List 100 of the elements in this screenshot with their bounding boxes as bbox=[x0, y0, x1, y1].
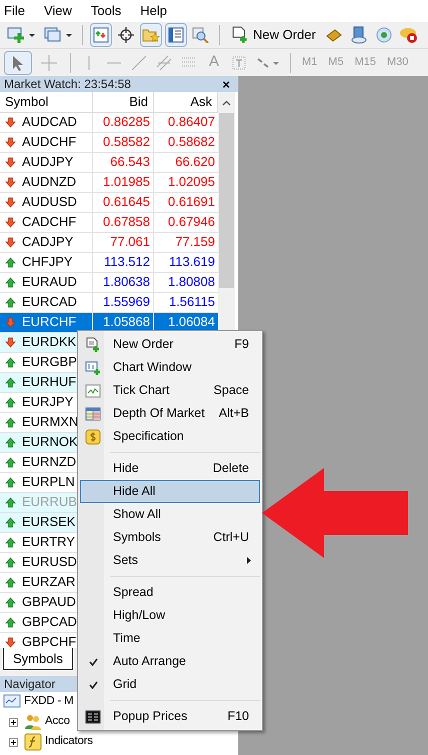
bid-price: 0.86285 bbox=[103, 113, 150, 132]
ask-price: 0.67946 bbox=[168, 213, 215, 232]
table-icon bbox=[85, 406, 101, 420]
symbol-name: GBPCAD bbox=[22, 613, 77, 632]
menu-item[interactable]: Tools bbox=[86, 1, 126, 21]
symbol-name: EURPLN bbox=[22, 473, 75, 492]
line-chart-icon bbox=[85, 384, 101, 398]
menu-item[interactable]: Tick Chart Space bbox=[80, 379, 260, 402]
symbol-name: EURRUB bbox=[22, 493, 77, 512]
menu-item[interactable]: Show All bbox=[80, 503, 260, 526]
menu-item[interactable]: Auto Arrange bbox=[80, 650, 260, 673]
menu-item[interactable]: New Order F9 bbox=[80, 333, 260, 356]
new-order-button[interactable]: New Order bbox=[227, 23, 320, 47]
symbol-name: EURZAR bbox=[22, 573, 76, 592]
menu-item[interactable]: Help bbox=[136, 1, 172, 21]
symbol-row[interactable]: EURAUD 1.80638 1.80808 bbox=[0, 272, 218, 292]
tree-item[interactable]: Acco bbox=[45, 713, 70, 731]
expand-plus-icon[interactable] bbox=[9, 718, 18, 726]
symbol-name: EURCAD bbox=[22, 293, 77, 312]
bid-price: 1.05868 bbox=[103, 313, 150, 332]
symbol-row[interactable]: AUDCHF 0.58582 0.58682 bbox=[0, 132, 218, 152]
menu-item[interactable]: Popup Prices F10 bbox=[80, 705, 260, 728]
symbol-row[interactable]: AUDCAD 0.86285 0.86407 bbox=[0, 112, 218, 132]
bid-price: 1.55969 bbox=[103, 293, 150, 312]
ask-price: 1.02095 bbox=[168, 173, 215, 192]
bid-price: 1.01985 bbox=[103, 173, 150, 192]
dollar-icon bbox=[85, 428, 101, 444]
panel-title: Market Watch: 23:54:58 bbox=[4, 76, 131, 93]
ask-price: 0.86407 bbox=[168, 113, 215, 132]
symbol-name: AUDCHF bbox=[22, 133, 76, 152]
close-button[interactable]: × bbox=[218, 78, 234, 90]
symbol-name: EURAUD bbox=[22, 273, 77, 292]
bid-price: 113.512 bbox=[104, 253, 150, 272]
tree-item[interactable]: Indicators bbox=[45, 733, 93, 751]
symbol-name: AUDUSD bbox=[22, 193, 77, 212]
symbol-name: EURDKK bbox=[22, 333, 76, 352]
symbol-name: CHFJPY bbox=[22, 253, 73, 272]
bid-price: 1.80638 bbox=[103, 273, 150, 292]
function-icon bbox=[24, 733, 42, 751]
menu-item[interactable]: Specification bbox=[80, 425, 260, 448]
ask-price: 0.58682 bbox=[168, 133, 215, 152]
scrollbar-thumb[interactable] bbox=[219, 113, 234, 288]
bid-price: 0.58582 bbox=[103, 133, 150, 152]
symbol-name: EURNOK bbox=[22, 433, 78, 452]
scroll-up-icon bbox=[222, 100, 231, 106]
tree-item[interactable]: FXDD - M bbox=[24, 693, 74, 711]
submenu-arrow-icon bbox=[247, 557, 251, 564]
data-window-icon[interactable] bbox=[165, 23, 187, 47]
market-watch-icon[interactable] bbox=[90, 23, 112, 47]
menu-item[interactable]: Time bbox=[80, 627, 260, 650]
bid-price: 66.543 bbox=[110, 153, 150, 172]
people-icon bbox=[24, 713, 42, 731]
menu-item[interactable]: Hide Delete bbox=[80, 457, 260, 480]
menu-item[interactable]: Grid bbox=[80, 673, 260, 696]
price-window-icon bbox=[85, 710, 101, 724]
menu-item[interactable]: View bbox=[40, 1, 76, 21]
chart-plus-icon bbox=[85, 360, 101, 376]
ask-price: 66.620 bbox=[175, 153, 215, 172]
menu-item[interactable]: Hide All bbox=[80, 480, 260, 503]
symbol-row[interactable]: AUDUSD 0.61645 0.61691 bbox=[0, 192, 218, 212]
menu-item[interactable]: Chart Window bbox=[80, 356, 260, 379]
symbol-name: EURUSD bbox=[22, 553, 77, 572]
symbol-name: EURSEK bbox=[22, 513, 76, 532]
symbol-name: EURHUF bbox=[22, 373, 76, 392]
symbol-name: CADJPY bbox=[22, 233, 74, 252]
menu-item[interactable]: Depth Of Market Alt+B bbox=[80, 402, 260, 425]
symbol-name: AUDCAD bbox=[22, 113, 77, 132]
symbol-row[interactable]: AUDNZD 1.01985 1.02095 bbox=[0, 172, 218, 192]
column-header[interactable]: Symbol bbox=[0, 92, 93, 112]
expand-plus-icon[interactable] bbox=[9, 738, 18, 746]
symbol-name: EURGBP bbox=[22, 353, 77, 372]
ask-price: 113.619 bbox=[168, 253, 215, 272]
ask-price: 77.159 bbox=[175, 233, 215, 252]
check-icon bbox=[88, 658, 98, 666]
symbol-name: AUDJPY bbox=[22, 153, 74, 172]
symbol-name: CADCHF bbox=[22, 213, 76, 232]
symbol-row[interactable]: CADCHF 0.67858 0.67946 bbox=[0, 212, 218, 232]
menu-item[interactable]: Spread bbox=[80, 581, 260, 604]
panel-tab[interactable]: Symbols bbox=[3, 648, 73, 670]
ask-price: 0.61691 bbox=[168, 193, 215, 212]
symbol-row[interactable]: CADJPY 77.061 77.159 bbox=[0, 232, 218, 252]
bid-price: 77.061 bbox=[110, 233, 150, 252]
cursor-icon[interactable] bbox=[4, 50, 32, 74]
symbol-name: EURJPY bbox=[22, 393, 74, 412]
check-icon bbox=[88, 680, 98, 688]
menu-item[interactable]: High/Low bbox=[80, 604, 260, 627]
symbol-name: EURNZD bbox=[22, 453, 76, 472]
bid-price: 0.67858 bbox=[103, 213, 150, 232]
symbol-name: GBPAUD bbox=[22, 593, 76, 612]
ask-price: 1.06084 bbox=[168, 313, 215, 332]
monitor-icon bbox=[3, 694, 21, 710]
symbol-row[interactable]: EURCAD 1.55969 1.56115 bbox=[0, 292, 218, 312]
column-header[interactable]: Bid bbox=[93, 92, 154, 112]
menu-item[interactable]: Sets bbox=[80, 549, 260, 572]
menu-item[interactable]: Symbols Ctrl+U bbox=[80, 526, 260, 549]
menu-item[interactable]: File bbox=[0, 1, 29, 21]
document-plus-icon bbox=[85, 336, 101, 352]
symbol-row[interactable]: CHFJPY 113.512 113.619 bbox=[0, 252, 218, 272]
panel-title: Navigator bbox=[4, 676, 56, 693]
symbol-row[interactable]: AUDJPY 66.543 66.620 bbox=[0, 152, 218, 172]
